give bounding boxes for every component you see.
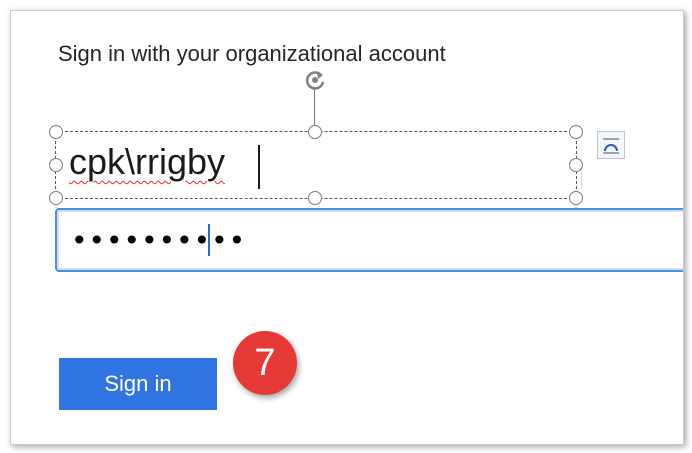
layout-options-glyph xyxy=(603,138,619,154)
sign-in-button[interactable]: Sign in xyxy=(59,358,217,410)
resize-handle-bottom-left[interactable] xyxy=(49,191,63,205)
field-edge-strip xyxy=(581,161,683,189)
resize-handle-middle-left[interactable] xyxy=(49,158,63,172)
page-title: Sign in with your organizational account xyxy=(58,41,446,66)
password-field[interactable]: •••••••••• xyxy=(55,208,683,272)
resize-handle-middle-right[interactable] xyxy=(569,158,583,172)
rotate-handle-icon[interactable] xyxy=(301,66,329,94)
selection-frame[interactable] xyxy=(55,131,577,199)
sign-in-panel: Sign in with your organizational account… xyxy=(10,10,684,445)
password-value: •••••••••• xyxy=(71,224,247,257)
step-number-badge: 7 xyxy=(233,331,297,395)
resize-handle-top-left[interactable] xyxy=(49,125,63,139)
text-caret xyxy=(208,224,210,256)
layout-options-icon[interactable] xyxy=(597,131,625,159)
resize-handle-bottom-right[interactable] xyxy=(569,191,583,205)
resize-handle-top-right[interactable] xyxy=(569,125,583,139)
resize-handle-top-center[interactable] xyxy=(308,125,322,139)
resize-handle-bottom-center[interactable] xyxy=(308,191,322,205)
